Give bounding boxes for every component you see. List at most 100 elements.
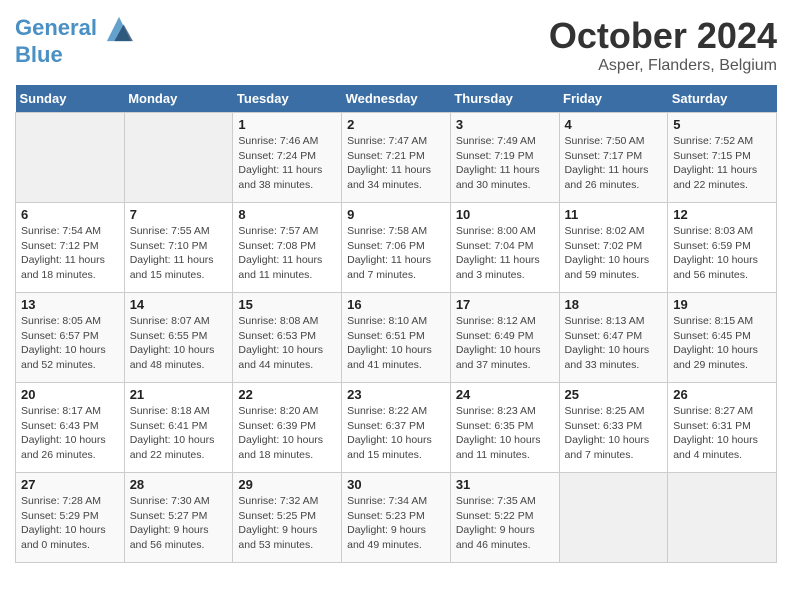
logo: General Blue bbox=[15, 15, 133, 67]
day-info: Sunrise: 8:00 AMSunset: 7:04 PMDaylight:… bbox=[456, 224, 554, 283]
calendar-week-row: 27 Sunrise: 7:28 AMSunset: 5:29 PMDayligh… bbox=[16, 473, 777, 563]
calendar-cell: 17 Sunrise: 8:12 AMSunset: 6:49 PMDayligh… bbox=[450, 293, 559, 383]
header-wednesday: Wednesday bbox=[342, 85, 451, 113]
header-sunday: Sunday bbox=[16, 85, 125, 113]
calendar-cell: 11Sunrise: 8:02 AMSunset: 7:02 PMDayligh… bbox=[559, 203, 668, 293]
day-info: Sunrise: 8:17 AMSunset: 6:43 PMDaylight:… bbox=[21, 404, 119, 463]
day-number: 20 bbox=[21, 387, 119, 402]
calendar-table: Sunday Monday Tuesday Wednesday Thursday… bbox=[15, 85, 777, 563]
day-number: 4 bbox=[565, 117, 663, 132]
day-info: Sunrise: 8:03 AMSunset: 6:59 PMDaylight:… bbox=[673, 224, 771, 283]
calendar-cell: 1Sunrise: 7:46 AMSunset: 7:24 PMDaylight… bbox=[233, 113, 342, 203]
calendar-cell: 23Sunrise: 8:22 AMSunset: 6:37 PMDayligh… bbox=[342, 383, 451, 473]
calendar-week-row: 13 Sunrise: 8:05 AMSunset: 6:57 PMDayligh… bbox=[16, 293, 777, 383]
day-number: 12 bbox=[673, 207, 771, 222]
day-number: 9 bbox=[347, 207, 445, 222]
day-number: 26 bbox=[673, 387, 771, 402]
day-info: Sunrise: 7:35 AMSunset: 5:22 PMDaylight:… bbox=[456, 494, 554, 553]
day-info: Sunrise: 7:54 AMSunset: 7:12 PMDaylight:… bbox=[21, 224, 119, 283]
day-info: Sunrise: 8:05 AMSunset: 6:57 PMDaylight:… bbox=[21, 314, 119, 373]
month-title: October 2024 bbox=[549, 15, 777, 57]
day-number: 10 bbox=[456, 207, 554, 222]
calendar-cell: 18 Sunrise: 8:13 AMSunset: 6:47 PMDayligh… bbox=[559, 293, 668, 383]
calendar-cell: 27 Sunrise: 7:28 AMSunset: 5:29 PMDayligh… bbox=[16, 473, 125, 563]
day-info: Sunrise: 7:50 AMSunset: 7:17 PMDaylight:… bbox=[565, 134, 663, 193]
calendar-week-row: 6 Sunrise: 7:54 AMSunset: 7:12 PMDaylight… bbox=[16, 203, 777, 293]
day-info: Sunrise: 7:52 AMSunset: 7:15 PMDaylight:… bbox=[673, 134, 771, 193]
calendar-cell: 21 Sunrise: 8:18 AMSunset: 6:41 PMDayligh… bbox=[124, 383, 233, 473]
day-number: 3 bbox=[456, 117, 554, 132]
header-thursday: Thursday bbox=[450, 85, 559, 113]
logo-general: General bbox=[15, 15, 97, 40]
day-info: Sunrise: 8:15 AMSunset: 6:45 PMDaylight:… bbox=[673, 314, 771, 373]
day-info: Sunrise: 7:34 AMSunset: 5:23 PMDaylight:… bbox=[347, 494, 445, 553]
header-tuesday: Tuesday bbox=[233, 85, 342, 113]
calendar-cell: 12 Sunrise: 8:03 AMSunset: 6:59 PMDayligh… bbox=[668, 203, 777, 293]
calendar-cell: 30 Sunrise: 7:34 AMSunset: 5:23 PMDayligh… bbox=[342, 473, 451, 563]
day-number: 5 bbox=[673, 117, 771, 132]
day-number: 19 bbox=[673, 297, 771, 312]
day-number: 22 bbox=[238, 387, 336, 402]
header-monday: Monday bbox=[124, 85, 233, 113]
day-number: 29 bbox=[238, 477, 336, 492]
day-info: Sunrise: 8:18 AMSunset: 6:41 PMDaylight:… bbox=[130, 404, 228, 463]
day-info: Sunrise: 7:58 AMSunset: 7:06 PMDaylight:… bbox=[347, 224, 445, 283]
day-info: Sunrise: 8:13 AMSunset: 6:47 PMDaylight:… bbox=[565, 314, 663, 373]
calendar-cell: 9 Sunrise: 7:58 AMSunset: 7:06 PMDaylight… bbox=[342, 203, 451, 293]
day-number: 31 bbox=[456, 477, 554, 492]
day-number: 28 bbox=[130, 477, 228, 492]
day-info: Sunrise: 8:23 AMSunset: 6:35 PMDaylight:… bbox=[456, 404, 554, 463]
location-subtitle: Asper, Flanders, Belgium bbox=[549, 57, 777, 75]
day-info: Sunrise: 7:28 AMSunset: 5:29 PMDaylight:… bbox=[21, 494, 119, 553]
header-friday: Friday bbox=[559, 85, 668, 113]
day-info: Sunrise: 7:32 AMSunset: 5:25 PMDaylight:… bbox=[238, 494, 336, 553]
calendar-cell: 3Sunrise: 7:49 AMSunset: 7:19 PMDaylight… bbox=[450, 113, 559, 203]
day-number: 18 bbox=[565, 297, 663, 312]
day-info: Sunrise: 8:22 AMSunset: 6:37 PMDaylight:… bbox=[347, 404, 445, 463]
day-number: 16 bbox=[347, 297, 445, 312]
day-number: 24 bbox=[456, 387, 554, 402]
calendar-cell: 2 Sunrise: 7:47 AMSunset: 7:21 PMDaylight… bbox=[342, 113, 451, 203]
day-number: 21 bbox=[130, 387, 228, 402]
logo-icon bbox=[105, 15, 133, 43]
day-info: Sunrise: 8:08 AMSunset: 6:53 PMDaylight:… bbox=[238, 314, 336, 373]
day-info: Sunrise: 8:20 AMSunset: 6:39 PMDaylight:… bbox=[238, 404, 336, 463]
day-number: 15 bbox=[238, 297, 336, 312]
day-info: Sunrise: 8:07 AMSunset: 6:55 PMDaylight:… bbox=[130, 314, 228, 373]
day-info: Sunrise: 7:55 AMSunset: 7:10 PMDaylight:… bbox=[130, 224, 228, 283]
day-number: 17 bbox=[456, 297, 554, 312]
day-info: Sunrise: 7:47 AMSunset: 7:21 PMDaylight:… bbox=[347, 134, 445, 193]
day-number: 6 bbox=[21, 207, 119, 222]
title-section: October 2024 Asper, Flanders, Belgium bbox=[549, 15, 777, 75]
calendar-cell: 28 Sunrise: 7:30 AMSunset: 5:27 PMDayligh… bbox=[124, 473, 233, 563]
calendar-cell: 29 Sunrise: 7:32 AMSunset: 5:25 PMDayligh… bbox=[233, 473, 342, 563]
day-number: 2 bbox=[347, 117, 445, 132]
day-number: 13 bbox=[21, 297, 119, 312]
day-info: Sunrise: 8:27 AMSunset: 6:31 PMDaylight:… bbox=[673, 404, 771, 463]
day-number: 27 bbox=[21, 477, 119, 492]
day-info: Sunrise: 8:12 AMSunset: 6:49 PMDaylight:… bbox=[456, 314, 554, 373]
calendar-cell bbox=[16, 113, 125, 203]
calendar-week-row: 20 Sunrise: 8:17 AMSunset: 6:43 PMDayligh… bbox=[16, 383, 777, 473]
calendar-cell: 16Sunrise: 8:10 AMSunset: 6:51 PMDayligh… bbox=[342, 293, 451, 383]
calendar-cell: 8Sunrise: 7:57 AMSunset: 7:08 PMDaylight… bbox=[233, 203, 342, 293]
calendar-cell: 5 Sunrise: 7:52 AMSunset: 7:15 PMDaylight… bbox=[668, 113, 777, 203]
calendar-cell: 10 Sunrise: 8:00 AMSunset: 7:04 PMDayligh… bbox=[450, 203, 559, 293]
header-saturday: Saturday bbox=[668, 85, 777, 113]
day-number: 25 bbox=[565, 387, 663, 402]
calendar-cell bbox=[668, 473, 777, 563]
calendar-cell: 22 Sunrise: 8:20 AMSunset: 6:39 PMDayligh… bbox=[233, 383, 342, 473]
calendar-cell: 25Sunrise: 8:25 AMSunset: 6:33 PMDayligh… bbox=[559, 383, 668, 473]
day-number: 30 bbox=[347, 477, 445, 492]
calendar-cell bbox=[124, 113, 233, 203]
calendar-week-row: 1Sunrise: 7:46 AMSunset: 7:24 PMDaylight… bbox=[16, 113, 777, 203]
calendar-cell: 6 Sunrise: 7:54 AMSunset: 7:12 PMDaylight… bbox=[16, 203, 125, 293]
calendar-cell bbox=[559, 473, 668, 563]
calendar-cell: 19 Sunrise: 8:15 AMSunset: 6:45 PMDayligh… bbox=[668, 293, 777, 383]
calendar-header-row: Sunday Monday Tuesday Wednesday Thursday… bbox=[16, 85, 777, 113]
day-info: Sunrise: 7:30 AMSunset: 5:27 PMDaylight:… bbox=[130, 494, 228, 553]
page-header: General Blue October 2024 Asper, Flander… bbox=[15, 15, 777, 75]
calendar-cell: 15 Sunrise: 8:08 AMSunset: 6:53 PMDayligh… bbox=[233, 293, 342, 383]
day-info: Sunrise: 8:02 AMSunset: 7:02 PMDaylight:… bbox=[565, 224, 663, 283]
day-number: 8 bbox=[238, 207, 336, 222]
